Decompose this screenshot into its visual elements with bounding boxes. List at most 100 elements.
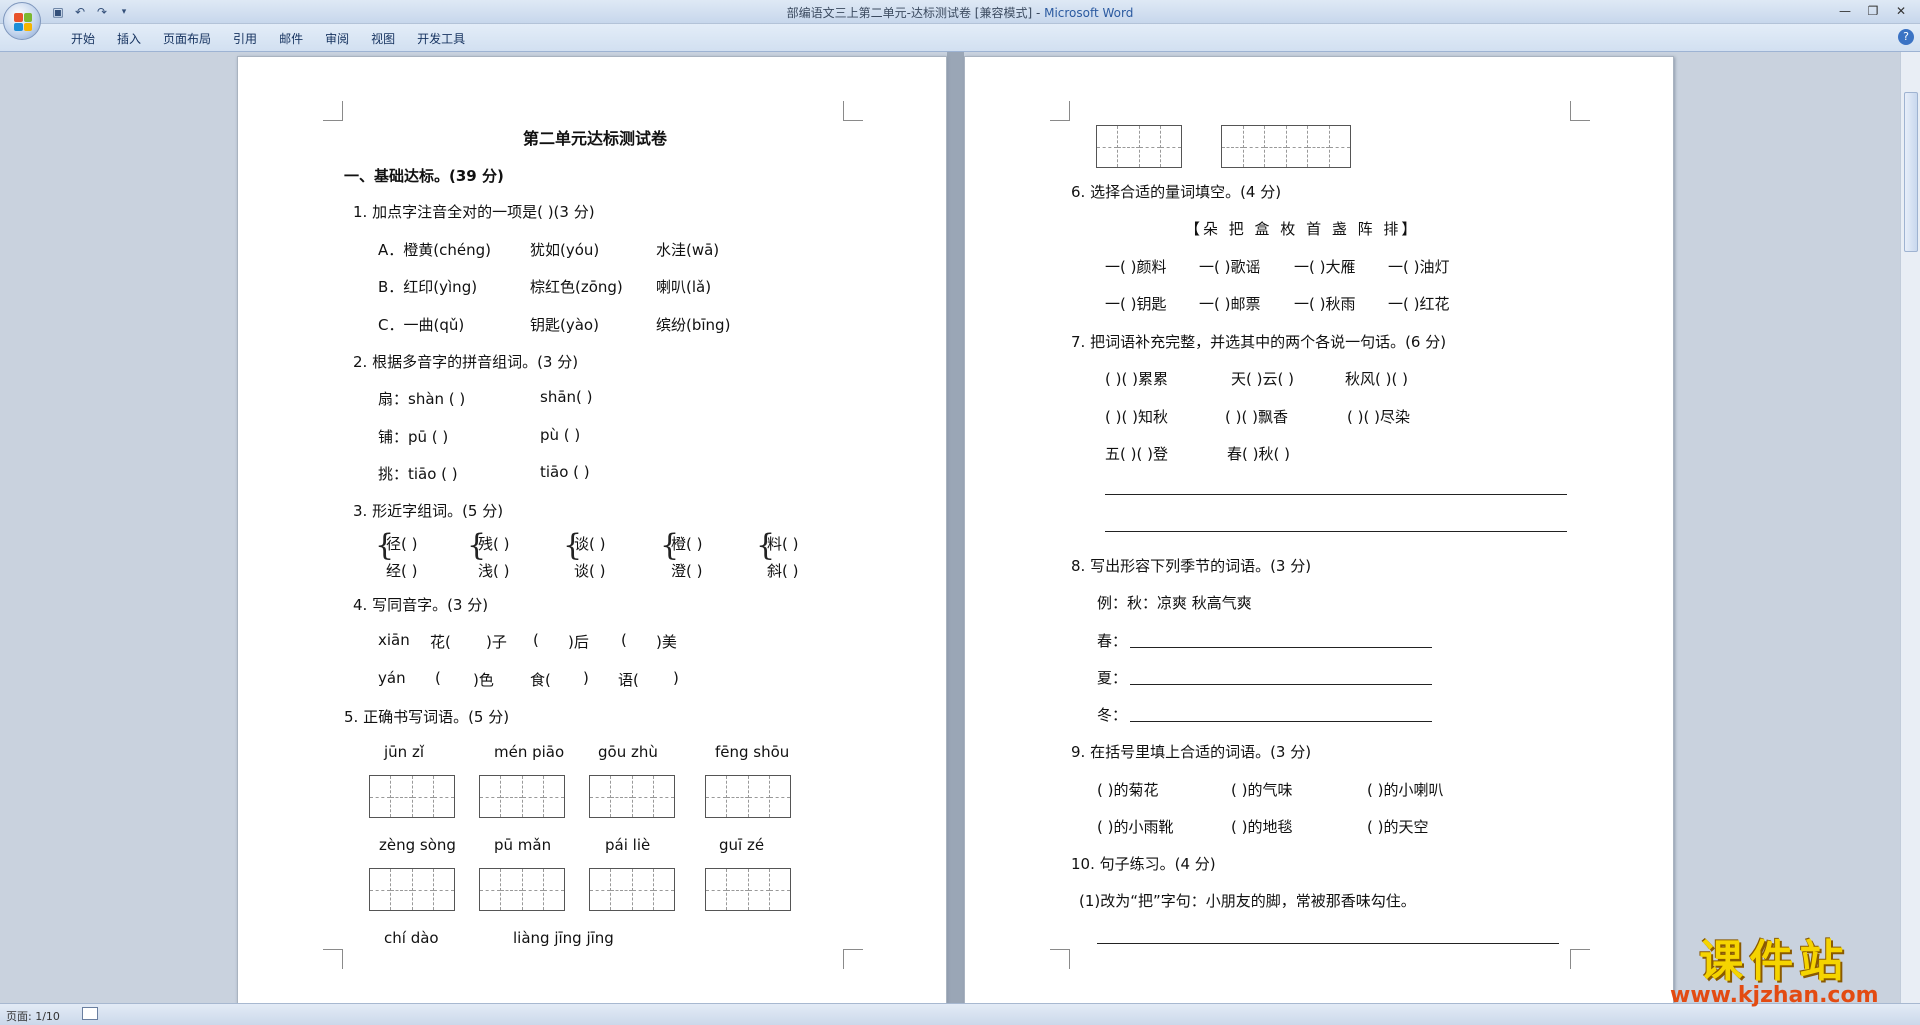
tab-developer[interactable]: 开发工具 [406,30,476,48]
tab-page-layout[interactable]: 页面布局 [152,30,222,48]
question-6: 6. 选择合适的量词填空。(4 分) [1071,183,1282,201]
writing-grid[interactable] [589,775,675,818]
q1-option-b-1: B．红印(yìng) [378,278,478,296]
q2-row-1-a: 扇：shàn ( ) [378,390,466,408]
q3-top-3: 谈( ) [574,535,606,553]
scrollbar-thumb[interactable] [1904,92,1918,252]
q2-row-1-b: shān( ) [540,388,593,406]
q5-pinyin-10: liàng jīng jīng [513,929,614,947]
writing-grid[interactable] [705,868,791,911]
q1-option-b-2: 棕红色(zōng) [530,278,623,296]
question-1: 1. 加点字注音全对的一项是( )(3 分) [353,203,595,221]
tab-references[interactable]: 引用 [222,30,268,48]
crop-mark [843,949,863,969]
tab-home[interactable]: 开始 [60,30,106,48]
q3-bottom-5: 斜( ) [767,562,799,580]
section-heading: 一、基础达标。(39 分) [344,167,504,185]
q4-row-2-b: ( [435,669,441,687]
crop-mark [843,101,863,121]
q10-part-1: (1)改为“把”字句：小朋友的脚，常被那香味勾住。 [1079,892,1416,910]
q6-row-1-c: 一( )大雁 [1294,258,1356,276]
q7-row-2-c: ( )( )尽染 [1347,408,1410,426]
q5-pinyin-4: fēng shōu [715,743,790,761]
q8-label-spring: 春： [1097,632,1128,650]
answer-line[interactable] [1105,531,1567,532]
question-2: 2. 根据多音字的拼音组词。(3 分) [353,353,579,371]
ribbon-tabs: 开始 插入 页面布局 引用 邮件 审阅 视图 开发工具 [60,30,476,48]
question-8: 8. 写出形容下列季节的词语。(3 分) [1071,557,1312,575]
writing-grid[interactable] [589,868,675,911]
ribbon: 开始 插入 页面布局 引用 邮件 审阅 视图 开发工具 ? [0,24,1920,52]
watermark-url: www.kjzhan.com [1670,983,1879,1008]
restore-button[interactable]: ❐ [1860,2,1886,20]
writing-grid[interactable] [479,775,565,818]
site-watermark: 课件站 www.kjzhan.com [1670,925,1879,1008]
question-10: 10. 句子练习。(4 分) [1071,855,1216,873]
answer-line[interactable] [1130,647,1432,648]
page-count-status[interactable]: 页面: 1/10 [6,1008,60,1024]
q3-bottom-3: 谈( ) [574,562,606,580]
page-gap [947,52,964,1003]
q9-row-1-c: ( )的小喇叭 [1367,781,1444,799]
document-title: 部编语文三上第二单元-达标测试卷 [兼容模式] - [786,6,1045,20]
q7-row-2-a: ( )( )知秋 [1105,408,1168,426]
q2-row-3-b: tiāo ( ) [540,463,590,481]
q4-row-2-d: 食( [530,671,551,689]
answer-line[interactable] [1105,494,1567,495]
q5-pinyin-1: jūn zǐ [384,743,424,761]
q9-row-2-a: ( )的小雨靴 [1097,818,1174,836]
office-button[interactable] [3,2,41,40]
crop-mark [1570,949,1590,969]
q3-bottom-1: 经( ) [386,562,418,580]
q6-row-2-b: 一( )邮票 [1199,295,1261,313]
document-page-2[interactable]: 6. 选择合适的量词填空。(4 分) 【朵 把 盒 枚 首 盏 阵 排】 一( … [964,56,1674,1003]
answer-line[interactable] [1130,684,1432,685]
q3-bottom-2: 浅( ) [478,562,510,580]
tab-insert[interactable]: 插入 [106,30,152,48]
q6-row-2-c: 一( )秋雨 [1294,295,1356,313]
q5-pinyin-8: guī zé [719,836,765,854]
q9-row-2-b: ( )的地毯 [1231,818,1293,836]
q1-option-c-2: 钥匙(yào) [530,316,599,334]
crop-mark [1050,949,1070,969]
writing-grid[interactable] [369,868,455,911]
answer-line[interactable] [1130,721,1432,722]
app-name: Microsoft Word [1044,6,1134,20]
q2-row-3-a: 挑：tiāo ( ) [378,465,458,483]
crop-mark [1570,101,1590,121]
vertical-scrollbar[interactable] [1900,52,1920,1003]
q4-row-1-g: )美 [656,633,677,651]
status-bar: 页面: 1/10 [0,1003,1920,1025]
close-button[interactable]: ✕ [1888,2,1914,20]
writing-grid[interactable] [1221,125,1351,168]
q7-row-1-c: 秋风( )( ) [1345,370,1408,388]
q1-option-a-1: A．橙黄(chéng) [378,241,491,259]
q3-top-2: 残( ) [478,535,510,553]
writing-grid[interactable] [705,775,791,818]
question-7: 7. 把词语补充完整，并选其中的两个各说一句话。(6 分) [1071,333,1447,351]
document-page-1[interactable]: 第二单元达标测试卷 一、基础达标。(39 分) 1. 加点字注音全对的一项是( … [237,56,947,1003]
question-5: 5. 正确书写词语。(5 分) [344,708,510,726]
writing-grid[interactable] [479,868,565,911]
q6-row-1-b: 一( )歌谣 [1199,258,1261,276]
tab-mailings[interactable]: 邮件 [268,30,314,48]
q9-row-2-c: ( )的天空 [1367,818,1429,836]
crop-mark [323,949,343,969]
help-icon[interactable]: ? [1898,29,1914,45]
q7-row-2-b: ( )( )飘香 [1225,408,1288,426]
answer-line[interactable] [1097,943,1559,944]
writing-grid[interactable] [1096,125,1182,168]
minimize-button[interactable]: — [1832,2,1858,20]
q4-row-1-e: )后 [568,633,589,651]
q4-row-2-c: )色 [473,671,494,689]
writing-grid[interactable] [369,775,455,818]
proofing-icon[interactable] [82,1007,98,1020]
q6-row-2-a: 一( )钥匙 [1105,295,1167,313]
q4-row-2-g: ) [673,669,679,687]
question-3: 3. 形近字组词。(5 分) [353,502,504,520]
tab-view[interactable]: 视图 [360,30,406,48]
q7-row-1-a: ( )( )累累 [1105,370,1168,388]
q5-pinyin-6: pū mǎn [494,836,552,854]
tab-review[interactable]: 审阅 [314,30,360,48]
q6-row-1-d: 一( )油灯 [1388,258,1450,276]
